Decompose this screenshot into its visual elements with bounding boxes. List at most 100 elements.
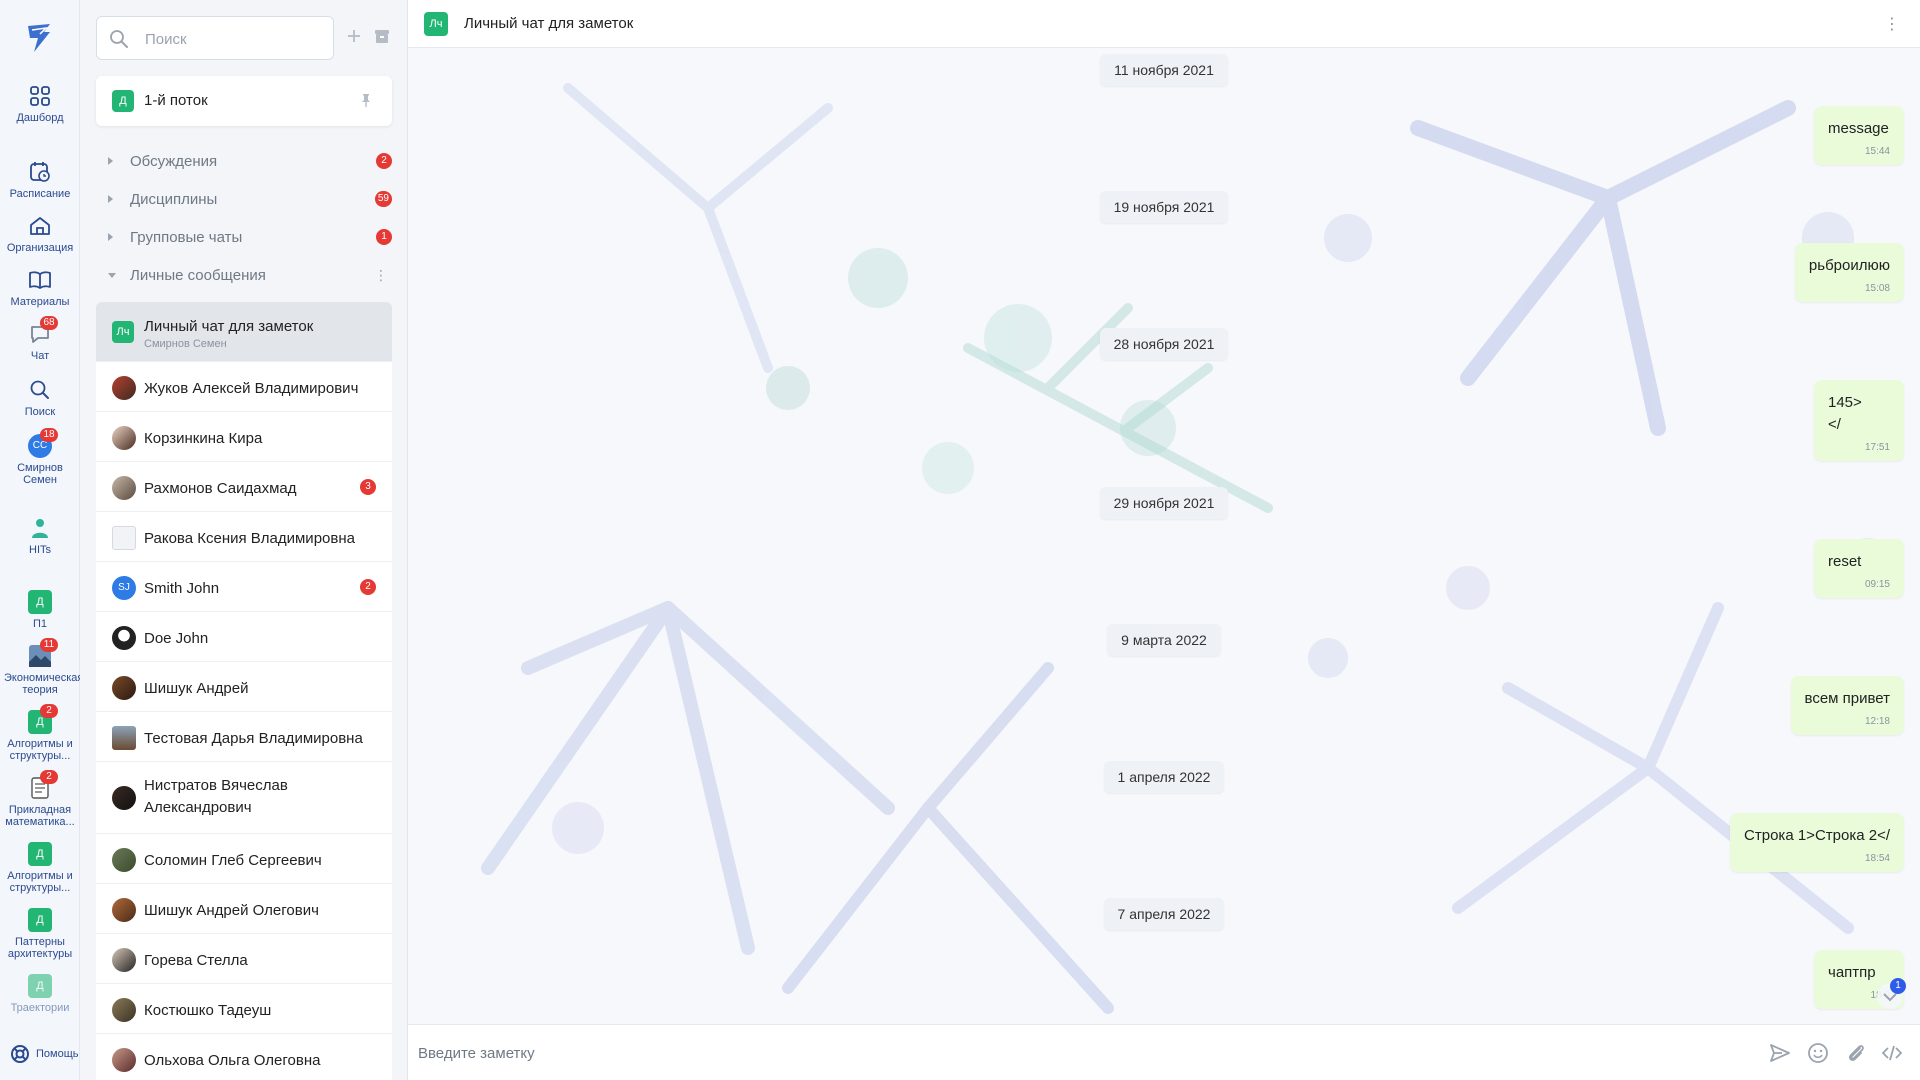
unread-badge: 59 <box>374 191 392 207</box>
chat-item[interactable]: Соломин Глеб Сергеевич <box>96 834 392 884</box>
emoji-icon[interactable] <box>1806 1041 1830 1065</box>
avatar <box>112 998 136 1022</box>
message-text: всем привет <box>1804 690 1890 707</box>
message-bubble[interactable]: всем привет 12:18 <box>1790 676 1904 735</box>
rail-item-hits[interactable]: HITs <box>0 516 80 556</box>
date-separator: 9 марта 2022 <box>408 624 1920 656</box>
avatar <box>112 626 136 650</box>
stream-card[interactable]: Д 1-й поток <box>96 76 392 126</box>
date-label: 29 ноября 2021 <box>1099 487 1229 519</box>
chat-item[interactable]: Тестовая Дарья Владимировна <box>96 712 392 762</box>
avatar <box>112 898 136 922</box>
rail-item-algorithms-2[interactable]: Д Алгоритмы и структуры... <box>0 842 80 894</box>
message-bubble[interactable]: рьброилюю 15:08 <box>1794 243 1904 302</box>
search-input[interactable] <box>145 27 325 51</box>
rail-item-algorithms-1[interactable]: Д 2 Алгоритмы и структуры... <box>0 704 80 762</box>
message-text: 145> </ <box>1828 394 1862 433</box>
rail-item-chat[interactable]: 68 Чат <box>0 316 80 362</box>
message-bubble[interactable]: 145> </ 17:51 <box>1814 380 1904 461</box>
rail-item-applied-math[interactable]: 2 Прикладная математика... <box>0 770 80 828</box>
chat-item[interactable]: Ракова Ксения Владимировна <box>96 512 392 562</box>
message-time: 15:44 <box>1864 146 1890 157</box>
chat-item[interactable]: Doe John <box>96 612 392 662</box>
search-icon <box>30 380 49 399</box>
code-icon[interactable] <box>1880 1041 1904 1065</box>
help-button[interactable]: Помощь <box>10 1044 79 1064</box>
section-label: Групповые чаты <box>130 229 243 246</box>
section-group-chats[interactable]: Групповые чаты 1 <box>96 221 392 253</box>
chat-item[interactable]: Нистратов Вячеслав Александрович <box>96 762 392 834</box>
message-bubble[interactable]: reset 09:15 <box>1814 539 1904 598</box>
chevron-down-icon <box>108 273 116 278</box>
rail-item-schedule[interactable]: Расписание <box>0 160 80 200</box>
course-square-icon: Д <box>28 842 52 866</box>
rail-label: Расписание <box>9 188 71 200</box>
rail-label: Дашборд <box>16 112 64 124</box>
chat-name: Smith John <box>144 580 220 597</box>
message-time: 12:18 <box>1864 716 1890 727</box>
rail-label: Траектории <box>10 1002 70 1014</box>
app-window: Дашборд Расписание Организация Материалы… <box>0 0 1920 1080</box>
rail-item-dashboard[interactable]: Дашборд <box>0 84 80 124</box>
message-bubble[interactable]: message 15:44 <box>1814 106 1904 165</box>
chat-item[interactable]: Ольхова Ольга Олеговна <box>96 1034 392 1080</box>
date-separator: 11 ноября 2021 <box>408 54 1920 86</box>
chat-title: Личный чат для заметок <box>464 15 634 32</box>
pin-icon[interactable] <box>358 92 374 108</box>
send-icon[interactable] <box>1768 1041 1792 1065</box>
chat-name: Шишук Андрей <box>144 680 249 697</box>
message-composer <box>408 1024 1920 1080</box>
rail-label: Смирнов Семен <box>17 462 63 486</box>
chat-name: Рахмонов Саидахмад <box>144 480 297 497</box>
chat-item[interactable]: SJ Smith John 2 <box>96 562 392 612</box>
archive-icon[interactable] <box>372 26 392 46</box>
section-private-messages[interactable]: Личные сообщения ⋮ <box>96 259 392 291</box>
rail-label: Алгоритмы и структуры... <box>7 870 73 894</box>
chat-item[interactable]: Шишук Андрей Олегович <box>96 884 392 934</box>
avatar <box>112 848 136 872</box>
attach-icon[interactable] <box>1844 1041 1868 1065</box>
date-separator: 1 апреля 2022 <box>408 761 1920 793</box>
more-vertical-icon[interactable]: ⋮ <box>374 267 388 284</box>
chat-item[interactable]: Горева Стелла <box>96 934 392 984</box>
more-vertical-icon[interactable]: ⋮ <box>1884 14 1900 34</box>
chat-panel: Лч Личный чат для заметок ⋮ 11 ноября 20… <box>408 0 1920 1080</box>
add-icon[interactable] <box>344 26 364 46</box>
rail-label: HITs <box>29 544 51 556</box>
chat-item[interactable]: Рахмонов Саидахмад 3 <box>96 462 392 512</box>
chat-item-notes[interactable]: Лч Личный чат для заметок Смирнов Семен <box>96 302 392 362</box>
rail-item-trajectories[interactable]: Д Траектории <box>0 974 80 1014</box>
scroll-to-bottom-button[interactable]: 1 <box>1874 978 1906 1010</box>
section-discussions[interactable]: Обсуждения 2 <box>96 145 392 177</box>
rail-item-materials[interactable]: Материалы <box>0 268 80 308</box>
date-separator: 7 апреля 2022 <box>408 898 1920 930</box>
avatar <box>112 726 136 750</box>
note-input[interactable] <box>418 1041 1718 1065</box>
section-disciplines[interactable]: Дисциплины 59 <box>96 183 392 215</box>
rail-item-search[interactable]: Поиск <box>0 378 80 418</box>
chat-item[interactable]: Жуков Алексей Владимирович <box>96 362 392 412</box>
chat-item[interactable]: Шишук Андрей <box>96 662 392 712</box>
rail-item-patterns[interactable]: Д Паттерны архитектуры <box>0 908 80 960</box>
chat-item[interactable]: Корзинкина Кира <box>96 412 392 462</box>
grid-icon <box>30 86 50 106</box>
avatar <box>112 786 136 810</box>
rail-item-organization[interactable]: Организация <box>0 214 80 254</box>
chat-item[interactable]: Костюшко Тадеуш <box>96 984 392 1034</box>
rail-badge: 2 <box>40 770 58 784</box>
rail-item-p1[interactable]: Д П1 <box>0 590 80 630</box>
person-icon <box>32 519 48 538</box>
message-bubble[interactable]: Строка 1>Строка 2</ 18:54 <box>1730 813 1904 872</box>
logo-icon[interactable] <box>20 18 60 58</box>
chevron-right-icon <box>108 195 113 203</box>
message-area[interactable]: 11 ноября 2021 message 15:44 19 ноября 2… <box>408 48 1920 1024</box>
search-box[interactable] <box>96 16 334 60</box>
date-label: 11 ноября 2021 <box>1100 54 1228 86</box>
chevron-right-icon <box>108 233 113 241</box>
rail-item-economics[interactable]: 11 Экономическая теория <box>0 638 83 696</box>
rail-item-profile[interactable]: СС 18 Смирнов Семен <box>0 428 80 486</box>
chat-name: Ракова Ксения Владимировна <box>144 530 355 547</box>
chat-name: Горева Стелла <box>144 952 248 969</box>
section-label: Дисциплины <box>130 191 218 208</box>
rail-label: Паттерны архитектуры <box>7 936 73 960</box>
